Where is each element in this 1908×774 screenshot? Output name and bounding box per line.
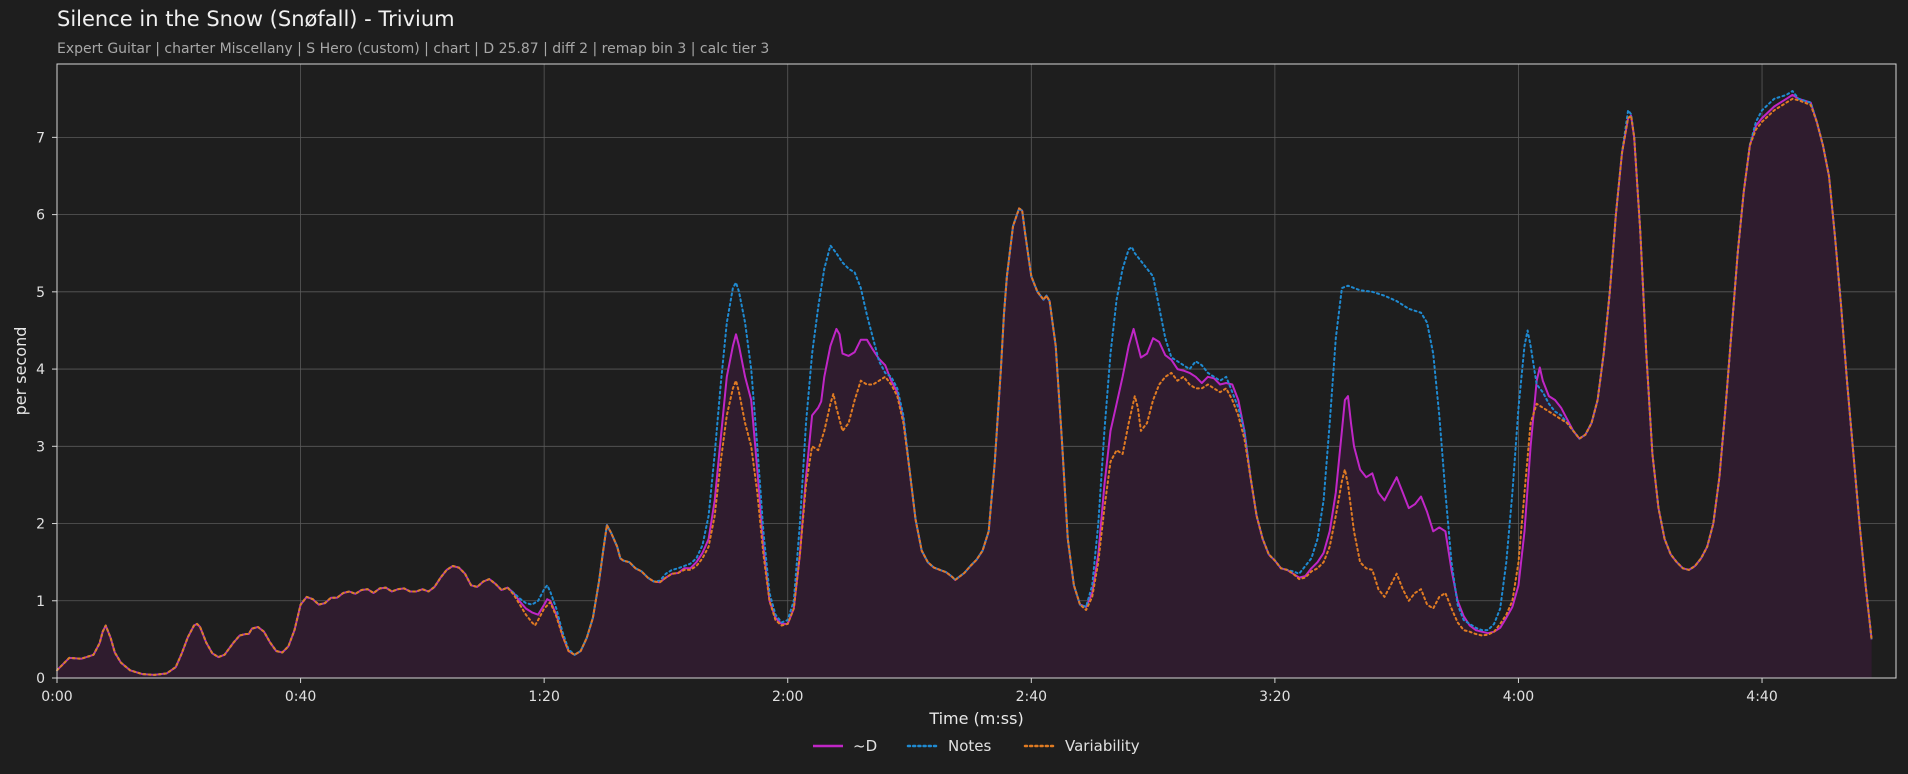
y-tick-label: 4	[36, 362, 45, 378]
y-axis-label: per second	[11, 327, 30, 416]
x-axis-ticks: 0:00 0:40 1:20 2:00 2:40 3:20 4:00 4:40	[41, 678, 1778, 705]
x-tick-label: 2:40	[1016, 689, 1047, 705]
y-tick-label: 3	[36, 439, 45, 455]
legend-label: ~D	[853, 737, 877, 755]
x-tick-label: 1:20	[528, 689, 559, 705]
x-tick-label: 2:00	[772, 689, 803, 705]
legend-label: Variability	[1065, 737, 1140, 755]
x-tick-label: 4:40	[1746, 689, 1777, 705]
x-tick-label: 0:40	[285, 689, 316, 705]
y-tick-label: 5	[36, 285, 45, 301]
legend: ~D Notes Variability	[813, 737, 1140, 755]
y-tick-label: 0	[36, 671, 45, 687]
x-tick-label: 3:20	[1259, 689, 1290, 705]
y-tick-label: 1	[36, 594, 45, 610]
y-tick-label: 7	[36, 130, 45, 146]
x-tick-label: 0:00	[41, 689, 72, 705]
x-tick-label: 4:00	[1503, 689, 1534, 705]
y-axis-ticks: 0 1 2 3 4 5 6 7	[36, 130, 57, 687]
chart-svg: 0:00 0:40 1:20 2:00 2:40 3:20 4:00 4:40 0 1 2 3 4 5 6…	[11, 63, 1897, 755]
x-axis-label: Time (m:ss)	[928, 709, 1023, 728]
y-tick-label: 6	[36, 208, 45, 224]
y-tick-label: 2	[36, 517, 45, 533]
legend-label: Notes	[948, 737, 992, 755]
